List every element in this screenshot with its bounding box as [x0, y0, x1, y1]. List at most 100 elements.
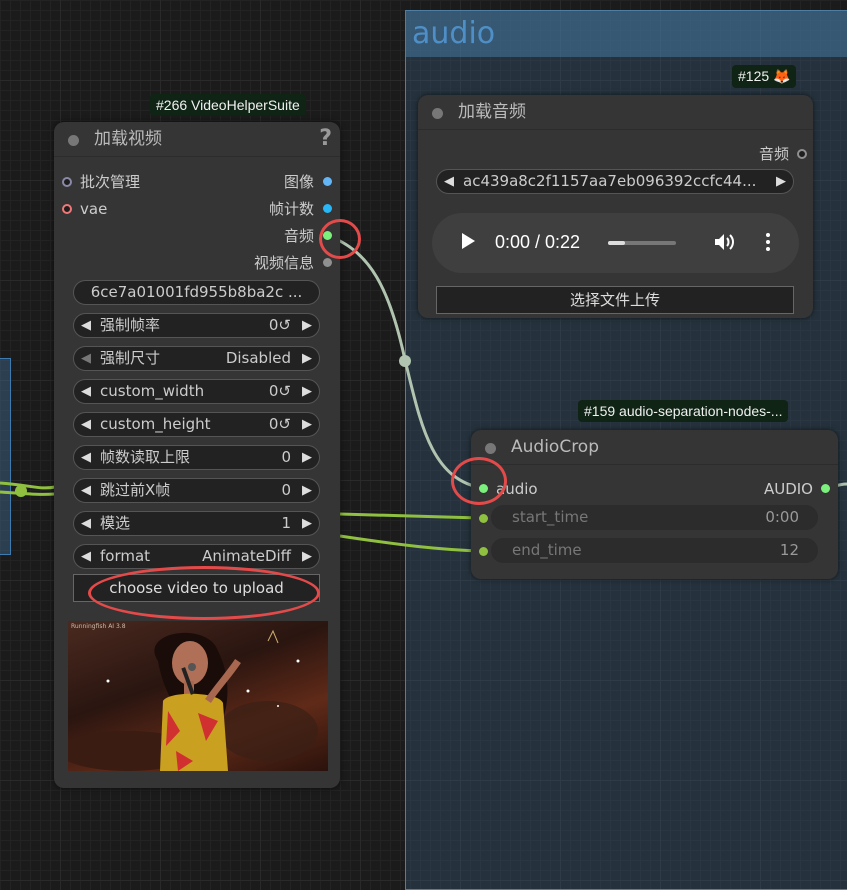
increment-arrow-icon[interactable]: ▶	[302, 413, 312, 436]
collapse-dot-icon[interactable]	[432, 108, 443, 119]
widget-label: end_time	[512, 541, 582, 559]
widget-value: 0:00	[765, 508, 799, 526]
collapse-dot-icon[interactable]	[485, 443, 496, 454]
output-slot-video-info-icon[interactable]	[323, 258, 332, 267]
choose-video-upload-button[interactable]: choose video to upload	[73, 574, 320, 602]
node-266-badge: #266 VideoHelperSuite	[150, 94, 306, 116]
decrement-arrow-icon[interactable]: ◀	[444, 170, 454, 193]
audio-file-select[interactable]: ◀ ac439a8c2f1157aa7eb096392ccfc44... ▶	[436, 169, 794, 194]
help-icon[interactable]: ?	[319, 122, 332, 156]
input-slot-audio-icon[interactable]	[479, 484, 488, 493]
output-label-audio: 音频	[283, 227, 314, 245]
widget-format[interactable]: ◀ format AnimateDiff ▶	[73, 544, 320, 569]
video-file-select[interactable]: 6ce7a01001fd955b8ba2c ...	[73, 280, 320, 305]
widget-start-time[interactable]: start_time 0:00	[491, 505, 818, 530]
increment-arrow-icon[interactable]: ▶	[302, 512, 312, 535]
input-slot-start-time-icon[interactable]	[479, 514, 488, 523]
node-125-badge: #125 🦊	[732, 65, 797, 88]
wire-reroute-dot-left	[15, 485, 27, 497]
node-title: AudioCrop	[511, 437, 599, 457]
play-icon[interactable]	[462, 233, 475, 249]
progress-slider[interactable]	[608, 241, 676, 245]
audio-file-name: ac439a8c2f1157aa7eb096392ccfc44...	[463, 172, 757, 190]
decrement-arrow-icon[interactable]: ◀	[81, 479, 91, 502]
widget-select-every-nth[interactable]: ◀ 模选 1 ▶	[73, 511, 320, 536]
widget-label: 强制帧率	[100, 316, 161, 334]
input-label-batch: 批次管理	[80, 173, 141, 191]
node-title: 加载视频	[94, 129, 162, 149]
widget-value: 12	[779, 541, 799, 559]
widget-value: Disabled	[225, 349, 291, 367]
widget-label: 强制尺寸	[100, 349, 161, 367]
more-options-icon[interactable]	[765, 230, 771, 256]
widget-label: 模选	[100, 514, 131, 532]
decrement-arrow-icon[interactable]: ◀	[81, 413, 91, 436]
decrement-arrow-icon[interactable]: ◀	[81, 446, 91, 469]
output-slot-audio-icon[interactable]	[323, 231, 332, 240]
widget-value: 0↺	[268, 415, 291, 433]
output-label-image: 图像	[283, 173, 314, 191]
widget-force-rate[interactable]: ◀ 强制帧率 0↺ ▶	[73, 313, 320, 338]
input-label-audio: audio	[496, 480, 538, 498]
choose-audio-upload-button[interactable]: 选择文件上传	[436, 286, 794, 314]
widget-custom-height[interactable]: ◀ custom_height 0↺ ▶	[73, 412, 320, 437]
node-title: 加载音频	[458, 102, 526, 122]
widget-label: 帧数读取上限	[100, 448, 191, 466]
widget-force-size[interactable]: ◀ 强制尺寸 Disabled ▶	[73, 346, 320, 371]
decrement-arrow-icon[interactable]: ◀	[81, 380, 91, 403]
widget-skip-first-frames[interactable]: ◀ 跳过前X帧 0 ▶	[73, 478, 320, 503]
video-preview[interactable]: Runningfish AI 3.8	[68, 621, 328, 771]
decrement-arrow-icon[interactable]: ◀	[81, 314, 91, 337]
increment-arrow-icon[interactable]: ▶	[302, 314, 312, 337]
input-slot-batch-icon[interactable]	[62, 177, 72, 187]
increment-arrow-icon[interactable]: ▶	[302, 446, 312, 469]
collapse-dot-icon[interactable]	[68, 135, 79, 146]
widget-frame-load-cap[interactable]: ◀ 帧数读取上限 0 ▶	[73, 445, 320, 470]
widget-label: format	[100, 547, 151, 565]
increment-arrow-icon[interactable]: ▶	[302, 380, 312, 403]
input-slot-end-time-icon[interactable]	[479, 547, 488, 556]
decrement-arrow-icon[interactable]: ◀	[81, 512, 91, 535]
node-title-bar[interactable]: AudioCrop	[471, 430, 838, 465]
increment-arrow-icon[interactable]: ▶	[776, 170, 786, 193]
increment-arrow-icon[interactable]: ▶	[302, 347, 312, 370]
preview-figure-image	[68, 629, 318, 771]
volume-icon[interactable]	[712, 230, 736, 254]
widget-label: custom_height	[100, 415, 211, 433]
output-slot-audio-icon[interactable]	[821, 484, 830, 493]
load-audio-node[interactable]: 加载音频 音频 ◀ ac439a8c2f1157aa7eb096392ccfc4…	[418, 95, 813, 318]
widget-value: AnimateDiff	[202, 547, 291, 565]
int-wire-2	[0, 490, 56, 496]
output-label-frame-count: 帧计数	[268, 200, 314, 218]
widget-value: 0	[281, 481, 291, 499]
output-label-audio: AUDIO	[763, 480, 813, 498]
decrement-arrow-icon[interactable]: ◀	[81, 347, 91, 370]
input-slot-vae-icon[interactable]	[62, 204, 72, 214]
audio-crop-node[interactable]: AudioCrop audio AUDIO start_time 0:00 en…	[471, 430, 838, 579]
widget-label: custom_width	[100, 382, 205, 400]
decrement-arrow-icon[interactable]: ◀	[81, 545, 91, 568]
video-file-name: 6ce7a01001fd955b8ba2c ...	[90, 283, 303, 301]
node-159-badge: #159 audio-separation-nodes-...	[578, 400, 789, 422]
widget-value: 0↺	[268, 382, 291, 400]
player-time: 0:00 / 0:22	[495, 232, 581, 252]
wire-reroute-dot	[399, 355, 411, 367]
output-slot-image-icon[interactable]	[323, 177, 332, 186]
audio-player[interactable]: 0:00 / 0:22	[432, 213, 799, 273]
node-title-bar[interactable]: 加载视频 ?	[54, 122, 340, 157]
output-slot-frame-count-icon[interactable]	[323, 204, 332, 213]
load-video-node[interactable]: 加载视频 ? 批次管理 vae 图像 帧计数 音频 视频信息 6ce7a0100…	[54, 122, 340, 788]
widget-value: 0↺	[268, 316, 291, 334]
node-title-bar[interactable]: 加载音频	[418, 95, 813, 130]
output-label-audio: 音频	[758, 145, 789, 163]
widget-custom-width[interactable]: ◀ custom_width 0↺ ▶	[73, 379, 320, 404]
widget-end-time[interactable]: end_time 12	[491, 538, 818, 563]
output-slot-audio-icon[interactable]	[797, 149, 807, 159]
int-wire-1	[0, 481, 56, 490]
widget-label: start_time	[512, 508, 589, 526]
output-label-video-info: 视频信息	[253, 254, 314, 272]
increment-arrow-icon[interactable]: ▶	[302, 545, 312, 568]
widget-label: 跳过前X帧	[100, 481, 171, 499]
progress-fill	[608, 241, 625, 245]
increment-arrow-icon[interactable]: ▶	[302, 479, 312, 502]
